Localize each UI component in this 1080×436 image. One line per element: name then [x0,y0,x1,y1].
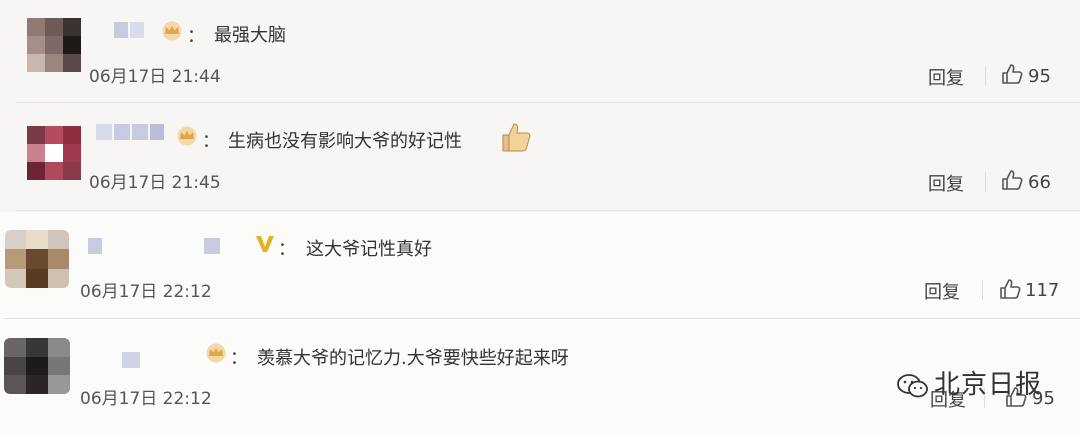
thumbs-up-emoji-icon [502,123,531,152]
username-blurred[interactable] [96,124,166,142]
like-count: 95 [1028,66,1051,87]
comment-item: ： 最强大脑 06月17日 21:44 回复 95 [0,0,1080,108]
colon: ： [230,348,248,369]
thumbs-up-icon[interactable] [1001,63,1023,85]
comment-time: 06月17日 22:12 [80,389,212,409]
crown-icon [206,343,226,363]
wechat-icon [897,373,928,397]
username-blurred[interactable] [114,22,146,40]
divider [982,280,983,300]
avatar[interactable] [4,338,70,394]
thumbs-up-icon[interactable] [999,278,1021,300]
row-divider [4,318,1080,319]
reply-button[interactable]: 回复 [928,64,964,90]
colon: ： [202,131,220,152]
divider [985,66,986,86]
comment-text: 这大爷记性真好 [306,239,432,260]
row-divider [16,102,1080,103]
comment-text: 最强大脑 [214,25,286,46]
comment-item: ： 这大爷记性真好 06月17日 22:12 回复 117 [0,212,1080,320]
watermark-text: 北京日报 [934,370,1043,400]
comment-item: ： 生病也没有影响大爷的好记性 06月17日 21:45 回复 66 [0,108,1080,212]
crown-icon [162,21,182,41]
crown-icon [177,126,197,146]
avatar[interactable] [27,126,81,180]
reply-button[interactable]: 回复 [924,278,960,304]
colon: ： [278,239,296,260]
username-blurred[interactable] [88,238,248,256]
reply-button[interactable]: 回复 [928,170,964,196]
comment-time: 06月17日 21:44 [89,67,221,87]
comment-text: 生病也没有影响大爷的好记性 [228,131,462,152]
like-count: 66 [1028,172,1051,193]
avatar[interactable] [27,18,81,72]
thumbs-up-icon[interactable] [1001,169,1023,191]
watermark: 北京日报 [896,364,1042,401]
divider [985,172,986,192]
comment-time: 06月17日 22:12 [80,282,212,302]
username-blurred[interactable] [122,352,142,370]
comment-text: 羡慕大爷的记忆力.大爷要快些好起来呀 [257,348,569,369]
avatar[interactable] [5,230,69,288]
comment-time: 06月17日 21:45 [89,173,221,193]
verified-v-icon [256,236,274,252]
colon: ： [187,26,205,47]
row-divider [16,210,1080,211]
like-count: 117 [1025,280,1060,301]
